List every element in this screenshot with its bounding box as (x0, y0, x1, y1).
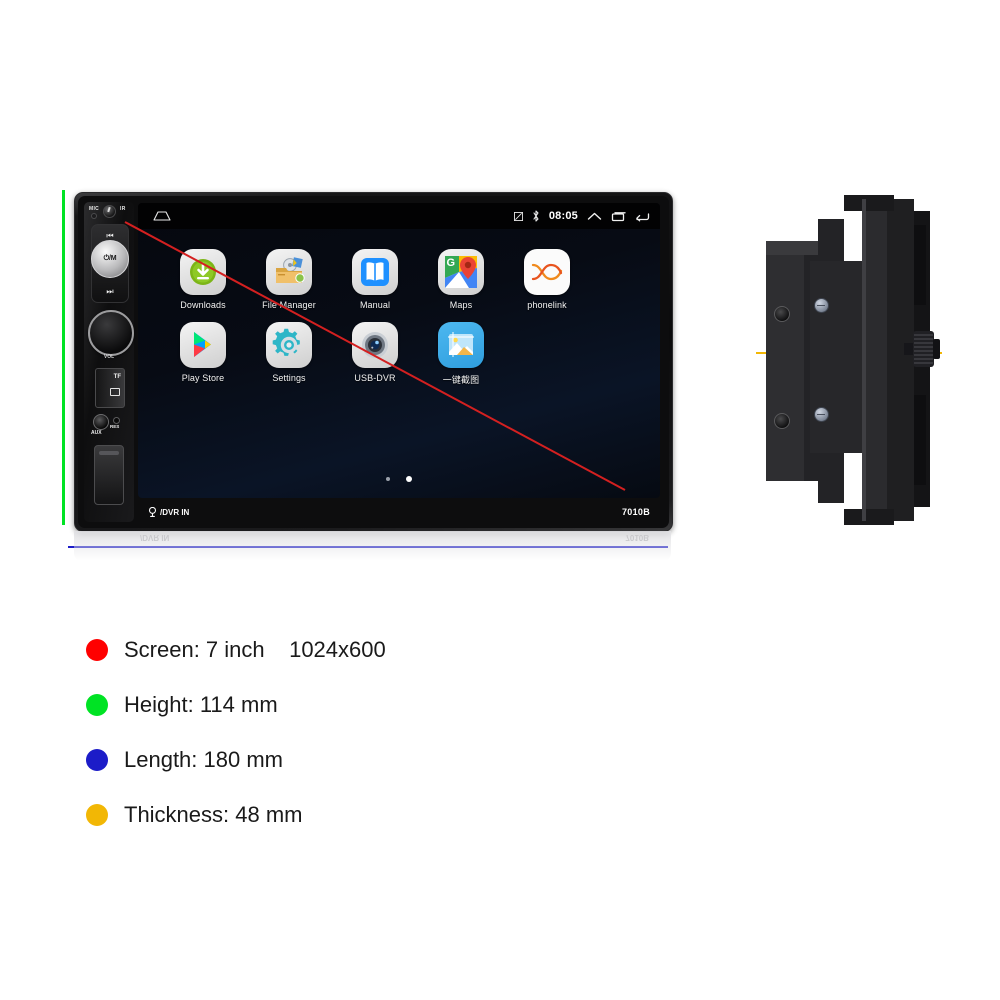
aux-label: AUX (91, 430, 102, 436)
back-icon[interactable] (635, 211, 650, 222)
model-number: 7010B (621, 507, 650, 517)
reflection-dvr-text: /DVR IN (140, 533, 170, 542)
bullet-screen (86, 638, 108, 661)
spec-text: Length: 180 mm (124, 746, 283, 772)
aux-jack[interactable] (93, 414, 109, 430)
mount-hole-bottom (774, 413, 790, 429)
home-outline-icon[interactable] (152, 210, 172, 221)
recents-icon[interactable] (611, 211, 626, 222)
bluetooth-icon (532, 210, 540, 222)
tf-label: TF (113, 374, 121, 380)
side-adjust-knob[interactable] (904, 325, 946, 373)
reset-knob-icon[interactable] (103, 205, 116, 218)
camera-icon (148, 507, 157, 517)
usb-slot-cover[interactable] (94, 445, 124, 505)
chevron-up-icon[interactable] (587, 211, 602, 222)
spec-row-height: Height: 114 mm (86, 677, 386, 732)
bullet-length (86, 748, 108, 771)
dvr-in-text: /DVR IN (160, 507, 190, 517)
power-mode-label: ⏻/M (103, 255, 117, 262)
sd-card-icon (110, 388, 120, 396)
chassis-screw-bottom (814, 407, 829, 422)
microphone-icon (91, 213, 97, 219)
mount-hole-top (774, 306, 790, 322)
spec-text: Height: 114 mm (124, 691, 278, 717)
spec-text: Screen: 7 inch 1024x600 (124, 636, 386, 662)
reflection-model-text: 7010B (625, 533, 649, 542)
bottom-bezel: /DVR IN 7010B (138, 500, 660, 524)
tf-card-slot[interactable]: TF (95, 368, 125, 408)
product-image-stage: MIC IR ⏮ ⏭ ⏻/M VOL TF AUX RES 08:05 Down… (0, 0, 1000, 1000)
screen-diagonal-line (124, 221, 626, 491)
volume-label: VOL (103, 354, 115, 360)
spec-row-thickness: Thickness: 48 mm (86, 787, 386, 842)
dvr-in-port-label: /DVR IN (148, 507, 189, 517)
clock-time: 08:05 (548, 210, 578, 222)
power-mode-button[interactable]: ⏻/M (91, 240, 129, 278)
mic-label: MIC (89, 206, 100, 212)
chassis-screw-top (814, 298, 829, 313)
spec-text: Thickness: 48 mm (124, 801, 303, 827)
specification-list: Screen: 7 inch 1024x600 Height: 114 mm L… (86, 622, 386, 842)
next-track-button[interactable]: ⏭ (92, 287, 128, 297)
unit-reflection: /DVR IN 7010B (74, 531, 671, 561)
height-guide-line (62, 190, 65, 525)
bullet-thickness (86, 803, 108, 826)
reset-pinhole-icon[interactable] (113, 417, 120, 424)
signal-icon (513, 211, 523, 221)
head-unit-side-view (744, 185, 959, 535)
bullet-height (86, 693, 108, 716)
spec-row-length: Length: 180 mm (86, 732, 386, 787)
res-label: RES (110, 424, 120, 429)
ir-label: IR (120, 206, 126, 212)
spec-row-screen: Screen: 7 inch 1024x600 (86, 622, 386, 677)
